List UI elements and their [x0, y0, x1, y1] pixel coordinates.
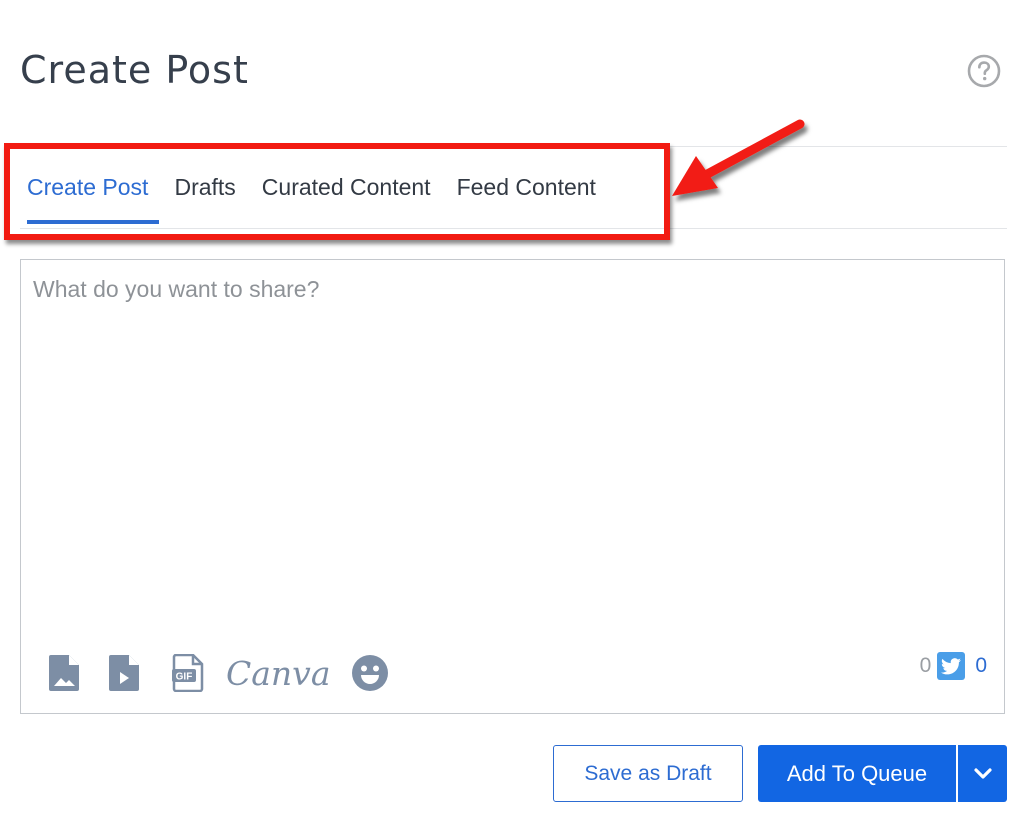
- tab-curated-content[interactable]: Curated Content: [251, 162, 442, 224]
- annotation-arrow-icon: [672, 119, 805, 196]
- character-counter: 0 0: [920, 652, 987, 680]
- attachment-toolbar: GIF Canva: [48, 653, 389, 693]
- question-circle-icon[interactable]: [967, 54, 1001, 88]
- tab-create-post[interactable]: Create Post: [16, 162, 160, 224]
- video-file-icon[interactable]: [108, 653, 140, 693]
- post-text-input[interactable]: [21, 260, 1004, 630]
- page-title: Create Post: [20, 48, 249, 92]
- chevron-down-icon: [973, 767, 992, 779]
- tab-drafts[interactable]: Drafts: [163, 162, 246, 224]
- canva-button[interactable]: Canva: [226, 654, 331, 693]
- divider-top: [20, 146, 1007, 147]
- total-count: 0: [919, 654, 932, 677]
- svg-text:GIF: GIF: [176, 672, 193, 683]
- post-composer: GIF Canva 0 0: [20, 259, 1005, 714]
- twitter-icon: [937, 652, 966, 680]
- queue-options-button[interactable]: [958, 745, 1007, 802]
- emoji-icon[interactable]: [351, 653, 389, 693]
- button-divider: [956, 745, 958, 802]
- image-file-icon[interactable]: [48, 653, 80, 693]
- gif-file-icon[interactable]: GIF: [170, 653, 206, 693]
- save-as-draft-button[interactable]: Save as Draft: [553, 745, 743, 802]
- tab-feed-content[interactable]: Feed Content: [446, 162, 607, 224]
- add-to-queue-group: Add To Queue: [758, 745, 1007, 802]
- tab-bar: Create Post Drafts Curated Content Feed …: [16, 162, 607, 224]
- twitter-count: 0: [975, 654, 987, 677]
- divider-bottom: [20, 228, 1007, 229]
- add-to-queue-button[interactable]: Add To Queue: [758, 745, 956, 802]
